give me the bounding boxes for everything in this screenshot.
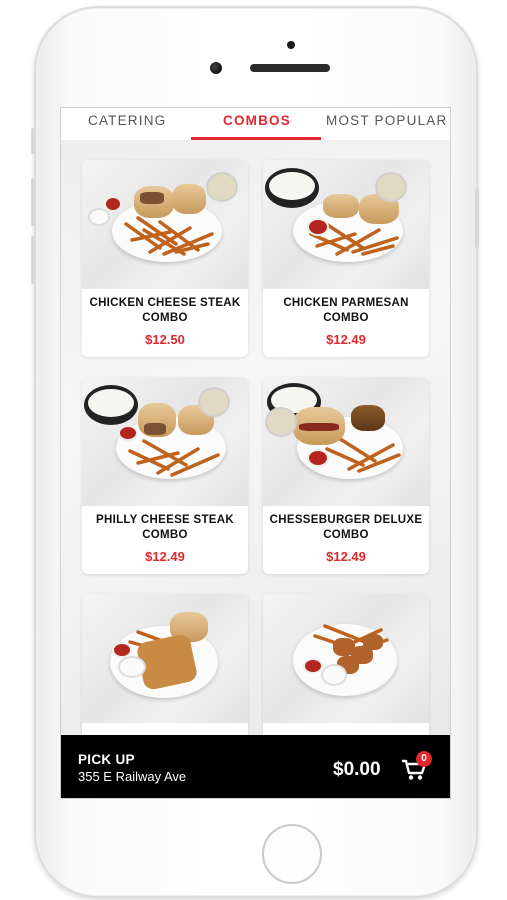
home-button[interactable] [262, 824, 322, 884]
product-image [82, 160, 248, 289]
tab-most-popular[interactable]: MOST POPULAR [326, 108, 447, 140]
product-name: CHICKEN PARMESAN COMBO [283, 297, 409, 324]
app-screen: CATERING COMBOS MOST POPULAR CHICKEN CHE… [60, 107, 451, 799]
earpiece-speaker [250, 64, 330, 72]
cart-total: $0.00 [333, 759, 381, 780]
tab-combos[interactable]: COMBOS [223, 108, 291, 140]
pickup-address: 355 E Railway Ave [78, 769, 187, 784]
category-tabs: CATERING COMBOS MOST POPULAR [61, 108, 450, 141]
product-card[interactable]: PHILLY CHEESE STEAK COMBO $12.49 [82, 377, 248, 574]
product-image [82, 594, 248, 723]
product-price: $12.49 [145, 549, 185, 564]
product-image [263, 594, 429, 723]
mute-switch [31, 128, 35, 154]
product-name: CHESSEBURGER DELUXE COMBO [269, 514, 423, 541]
product-card[interactable]: CHICKEN PARMESAN COMBO $12.49 [263, 160, 429, 357]
product-card[interactable]: CHICKEN CHEESE STEAK COMBO $12.50 [82, 160, 248, 357]
product-price: $12.49 [326, 549, 366, 564]
tab-catering[interactable]: CATERING [88, 108, 166, 140]
front-camera-dot [287, 41, 295, 49]
product-name: PHILLY CHEESE STEAK COMBO [96, 514, 234, 541]
cart-count-badge: 0 [416, 751, 432, 767]
product-image [82, 377, 248, 506]
power-button [475, 188, 479, 248]
product-price: $12.50 [145, 332, 185, 347]
product-price: $12.49 [326, 332, 366, 347]
volume-up-button [31, 178, 35, 226]
product-image [263, 377, 429, 506]
order-mode-label[interactable]: PICK UP [78, 752, 135, 767]
product-name: CHICKEN CHEESE STEAK COMBO [89, 297, 241, 324]
order-bar[interactable]: PICK UP 355 E Railway Ave $0.00 0 [61, 735, 450, 798]
product-image [263, 160, 429, 289]
front-sensor [210, 62, 222, 74]
product-card[interactable]: CHESSEBURGER DELUXE COMBO $12.49 [263, 377, 429, 574]
product-name [263, 723, 429, 730]
product-name [82, 723, 248, 730]
volume-down-button [31, 236, 35, 284]
combo-grid: CHICKEN CHEESE STEAK COMBO $12.50 CHICKE… [61, 140, 450, 791]
